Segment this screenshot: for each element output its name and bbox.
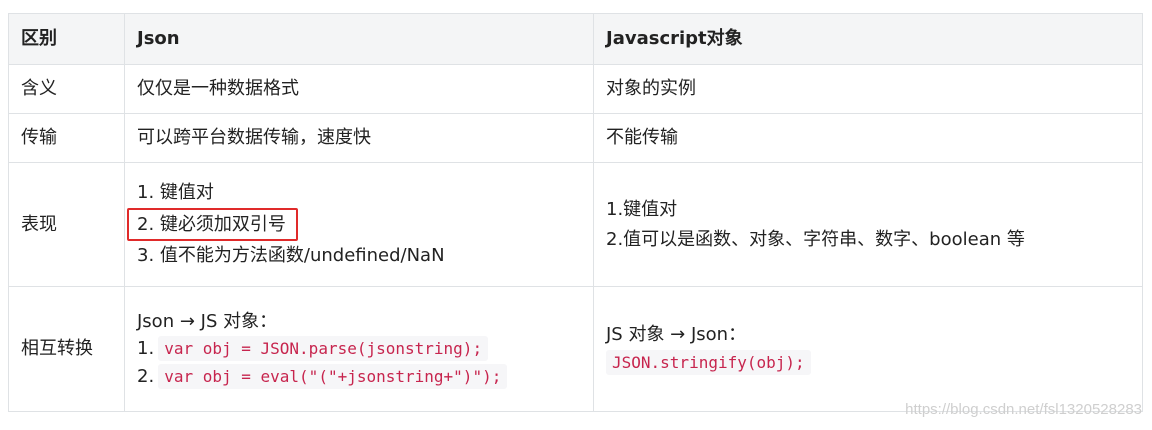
cell-js-meaning: 对象的实例	[593, 64, 1143, 114]
js-to-json-code-line: JSON.stringify(obj);	[606, 350, 1130, 375]
header-js-object: Javascript对象	[593, 13, 1143, 65]
cell-json-display: 1. 键值对 2. 键必须加双引号 3. 值不能为方法函数/undefined/…	[124, 162, 594, 287]
js-to-json-title: JS 对象 → Json：	[606, 324, 747, 346]
cell-js-display: 1.键值对 2.值可以是函数、对象、字符串、数字、boolean 等	[593, 162, 1143, 287]
table-row-meaning: 含义 仅仅是一种数据格式 对象的实例	[8, 64, 1143, 114]
js-display-item-1: 1.键值对	[606, 198, 678, 220]
row-label-transfer: 传输	[8, 113, 125, 163]
json-display-item-1: 1. 键值对	[137, 182, 214, 204]
highlight-annotation-box: 2. 键必须加双引号	[127, 207, 298, 242]
convert-item-2-number: 2.	[137, 365, 155, 387]
row-label-meaning: 含义	[8, 64, 125, 114]
json-display-item-3: 3. 值不能为方法函数/undefined/NaN	[137, 245, 445, 267]
cell-json-transfer: 可以跨平台数据传输，速度快	[124, 113, 594, 163]
json-stringify-code: JSON.stringify(obj);	[606, 350, 811, 375]
convert-item-1: 1. var obj = JSON.parse(jsonstring);	[137, 336, 581, 362]
eval-code: var obj = eval("("+jsonstring+")");	[158, 363, 508, 389]
convert-item-1-number: 1.	[137, 338, 155, 360]
comparison-table: 区别 Json Javascript对象 含义 仅仅是一种数据格式 对象的实例 …	[8, 13, 1143, 412]
cell-js-transfer: 不能传输	[593, 113, 1143, 163]
header-difference: 区别	[8, 13, 125, 65]
row-label-convert: 相互转换	[8, 286, 125, 412]
json-parse-code: var obj = JSON.parse(jsonstring);	[158, 336, 489, 362]
watermark-url: https://blog.csdn.net/fsl1320528283	[905, 401, 1142, 418]
json-display-item-2-wrapper: 2. 键必须加双引号	[127, 207, 581, 242]
convert-item-2: 2. var obj = eval("("+jsonstring+")");	[137, 363, 581, 389]
header-json: Json	[124, 13, 594, 65]
table-row-display: 表现 1. 键值对 2. 键必须加双引号 3. 值不能为方法函数/undefin…	[8, 162, 1143, 287]
json-to-js-title: Json → JS 对象：	[137, 310, 278, 332]
cell-json-meaning: 仅仅是一种数据格式	[124, 64, 594, 114]
table-row-transfer: 传输 可以跨平台数据传输，速度快 不能传输	[8, 113, 1143, 163]
row-label-display: 表现	[8, 162, 125, 287]
comparison-table-wrapper: 区别 Json Javascript对象 含义 仅仅是一种数据格式 对象的实例 …	[8, 13, 1143, 412]
cell-js-convert: JS 对象 → Json： JSON.stringify(obj);	[593, 286, 1143, 412]
table-header-row: 区别 Json Javascript对象	[8, 13, 1143, 65]
js-display-item-2: 2.值可以是函数、对象、字符串、数字、boolean 等	[606, 228, 1025, 250]
cell-json-convert: Json → JS 对象： 1. var obj = JSON.parse(jso…	[124, 286, 594, 412]
table-row-convert: 相互转换 Json → JS 对象： 1. var obj = JSON.pars…	[8, 286, 1143, 412]
